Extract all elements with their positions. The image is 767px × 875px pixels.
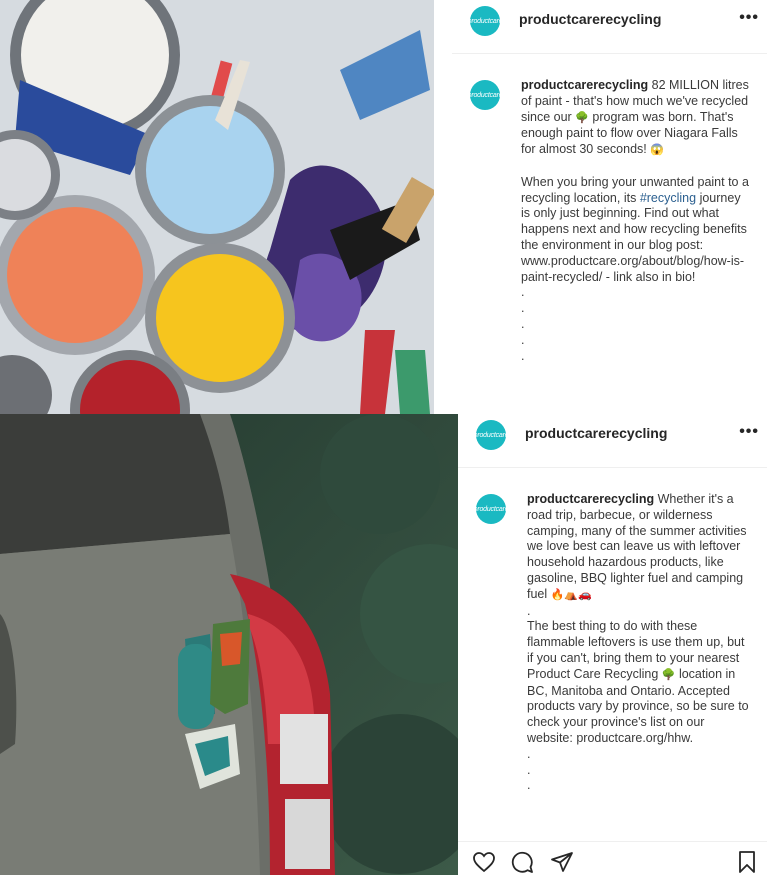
avatar[interactable]: productcare [467, 6, 503, 36]
tree-emoji-icon: 🌳 [661, 668, 676, 681]
caption-dots: . . . . . [521, 285, 525, 363]
avatar-logo-text: productcare [473, 431, 509, 439]
caption: productcare productcarerecycling Whether… [458, 470, 767, 875]
paint-cans-photo[interactable] [0, 0, 434, 414]
action-bar [458, 841, 767, 875]
fire-tent-car-emoji-icon: 🔥⛺🚗 [550, 588, 592, 601]
caption-dots: . . . [527, 746, 531, 793]
hashtag-recycling-link[interactable]: #recycling [640, 191, 696, 205]
caption-avatar[interactable]: productcare [473, 494, 509, 524]
avatar-logo-text: productcare [473, 505, 509, 513]
username-link[interactable]: productcarerecycling [525, 425, 667, 441]
avatar[interactable]: productcare [473, 420, 509, 450]
caption: productcare productcarerecycling 82 MILL… [452, 56, 767, 414]
share-icon[interactable] [550, 850, 574, 874]
caption-username[interactable]: productcarerecycling [527, 492, 654, 506]
post-panel: productcare productcarerecycling ••• pro… [458, 414, 767, 875]
more-options-icon[interactable]: ••• [739, 9, 759, 27]
post-paint-recycling: productcare productcarerecycling ••• pro… [0, 0, 767, 414]
post-hazardous-products: productcare productcarerecycling ••• pro… [0, 414, 767, 875]
avatar-logo-text: productcare [467, 17, 503, 25]
caption-part: Whether it's a road trip, barbecue, or w… [527, 492, 751, 601]
car-stickers-photo[interactable] [0, 414, 458, 875]
caption-text: productcarerecycling Whether it's a road… [527, 492, 753, 794]
post-header: productcare productcarerecycling ••• [452, 0, 767, 54]
post-panel: productcare productcarerecycling ••• pro… [452, 0, 767, 414]
caption-text: productcarerecycling 82 MILLION litres o… [521, 78, 753, 364]
comment-icon[interactable] [510, 850, 534, 874]
caption-username[interactable]: productcarerecycling [521, 78, 648, 92]
caption-avatar[interactable]: productcare [467, 80, 503, 110]
username-link[interactable]: productcarerecycling [519, 11, 661, 27]
more-options-icon[interactable]: ••• [739, 423, 759, 441]
post-header: productcare productcarerecycling ••• [458, 414, 767, 468]
heart-icon[interactable] [472, 850, 496, 874]
shocked-face-emoji-icon: 😱 [650, 144, 664, 157]
avatar-logo-text: productcare [467, 91, 503, 99]
tree-emoji-icon: 🌳 [575, 111, 589, 124]
bookmark-icon[interactable] [735, 850, 759, 874]
